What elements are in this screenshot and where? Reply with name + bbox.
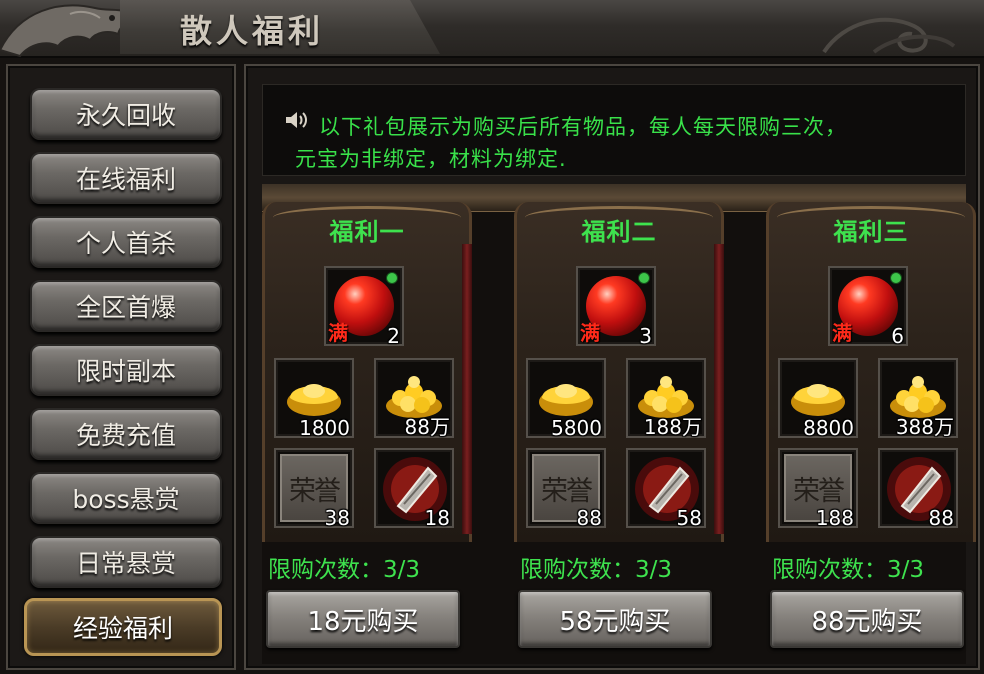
packs-area: 福利一 满 2 1800 88万 荣誉 38 18 限购次数：3/3 18元购买… bbox=[262, 184, 976, 664]
sidebar: 永久回收 在线福利 个人首杀 全区首爆 限时副本 免费充值 boss悬赏 日常悬… bbox=[6, 64, 236, 670]
item-qty: 18 bbox=[424, 506, 450, 530]
gold-ingot-slot[interactable]: 8800 bbox=[778, 358, 858, 440]
stone-slot[interactable]: 18 bbox=[374, 448, 454, 530]
notice-box: 以下礼包展示为购买后所有物品，每人每天限购三次， 元宝为非绑定，材料为绑定. bbox=[262, 84, 966, 176]
gold-ingot-slot[interactable]: 5800 bbox=[526, 358, 606, 440]
gold-ingot-icon bbox=[287, 384, 341, 416]
sidebar-item-permanent-recycle[interactable]: 永久回收 bbox=[30, 88, 222, 140]
purchase-limit: 限购次数：3/3 bbox=[772, 557, 925, 583]
gold-ingot-icon bbox=[539, 384, 593, 416]
pack-name: 福利二 bbox=[581, 218, 657, 246]
honor-slot[interactable]: 荣誉 188 bbox=[778, 448, 858, 530]
item-qty: 388万 bbox=[895, 415, 954, 439]
banner-decoration bbox=[714, 244, 724, 534]
item-qty: 58 bbox=[676, 506, 702, 530]
sidebar-item-online-welfare[interactable]: 在线福利 bbox=[30, 152, 222, 204]
red-orb-slot[interactable]: 满 6 bbox=[828, 266, 908, 348]
pack-card-1: 福利一 满 2 1800 88万 荣誉 38 18 限购次数：3/3 18元购买 bbox=[262, 184, 472, 664]
status-dot-icon bbox=[890, 272, 902, 284]
full-label: 满 bbox=[832, 321, 852, 345]
gold-coins-slot[interactable]: 388万 bbox=[878, 358, 958, 439]
item-qty: 188 bbox=[815, 506, 854, 530]
item-qty: 2 bbox=[387, 324, 400, 348]
item-qty: 188万 bbox=[643, 415, 702, 439]
item-qty: 88万 bbox=[404, 415, 450, 439]
sidebar-item-server-first-drop[interactable]: 全区首爆 bbox=[30, 280, 222, 332]
item-qty: 3 bbox=[639, 324, 652, 348]
item-qty: 6 bbox=[891, 324, 904, 348]
honor-slot[interactable]: 荣誉 88 bbox=[526, 448, 606, 530]
gold-coins-slot[interactable]: 88万 bbox=[374, 358, 454, 439]
stone-slot[interactable]: 88 bbox=[878, 448, 958, 530]
window-title: 散人福利 bbox=[180, 12, 325, 50]
item-qty: 88 bbox=[928, 506, 954, 530]
sidebar-item-exp-welfare[interactable]: 经验福利 bbox=[24, 598, 222, 656]
buy-button[interactable]: 58元购买 bbox=[518, 590, 712, 648]
buy-button[interactable]: 18元购买 bbox=[266, 590, 460, 648]
banner-decoration bbox=[462, 244, 472, 534]
title-bar: 散人福利 bbox=[0, 0, 984, 58]
stone-slot[interactable]: 58 bbox=[626, 448, 706, 530]
purchase-limit: 限购次数：3/3 bbox=[520, 557, 673, 583]
full-label: 满 bbox=[580, 321, 600, 345]
gold-ingot-slot[interactable]: 1800 bbox=[274, 358, 354, 440]
speaker-icon bbox=[286, 112, 307, 128]
pack-name: 福利三 bbox=[833, 218, 909, 246]
sidebar-item-boss-bounty[interactable]: boss悬赏 bbox=[30, 472, 222, 524]
item-qty: 38 bbox=[324, 506, 350, 530]
main-panel: 以下礼包展示为购买后所有物品，每人每天限购三次， 元宝为非绑定，材料为绑定. 福… bbox=[244, 64, 980, 670]
red-orb-slot[interactable]: 满 2 bbox=[324, 266, 404, 348]
status-dot-icon bbox=[386, 272, 398, 284]
full-label: 满 bbox=[328, 321, 348, 345]
item-qty: 8800 bbox=[803, 416, 854, 440]
honor-slot[interactable]: 荣誉 38 bbox=[274, 448, 354, 530]
swirl-ornament-icon bbox=[822, 17, 956, 54]
status-dot-icon bbox=[638, 272, 650, 284]
purchase-limit: 限购次数：3/3 bbox=[268, 557, 421, 583]
sidebar-item-timed-dungeon[interactable]: 限时副本 bbox=[30, 344, 222, 396]
sidebar-item-daily-bounty[interactable]: 日常悬赏 bbox=[30, 536, 222, 588]
sidebar-item-personal-first-kill[interactable]: 个人首杀 bbox=[30, 216, 222, 268]
item-qty: 88 bbox=[576, 506, 602, 530]
pack-card-3: 福利三 满 6 8800 388万 荣誉 188 88 限购次数：3/3 88元… bbox=[766, 184, 976, 664]
item-qty: 1800 bbox=[299, 416, 350, 440]
gold-coins-slot[interactable]: 188万 bbox=[626, 358, 706, 439]
gold-ingot-icon bbox=[791, 384, 845, 416]
notice-text-line-2: 元宝为非绑定，材料为绑定. bbox=[295, 147, 567, 171]
sidebar-item-free-recharge[interactable]: 免费充值 bbox=[30, 408, 222, 460]
buy-button[interactable]: 88元购买 bbox=[770, 590, 964, 648]
pack-name: 福利一 bbox=[329, 218, 405, 246]
item-qty: 5800 bbox=[551, 416, 602, 440]
pack-card-2: 福利二 满 3 5800 188万 荣誉 88 58 限购次数：3/3 58元购… bbox=[514, 184, 724, 664]
red-orb-slot[interactable]: 满 3 bbox=[576, 266, 656, 348]
notice-text-line-1: 以下礼包展示为购买后所有物品，每人每天限购三次， bbox=[319, 115, 847, 139]
